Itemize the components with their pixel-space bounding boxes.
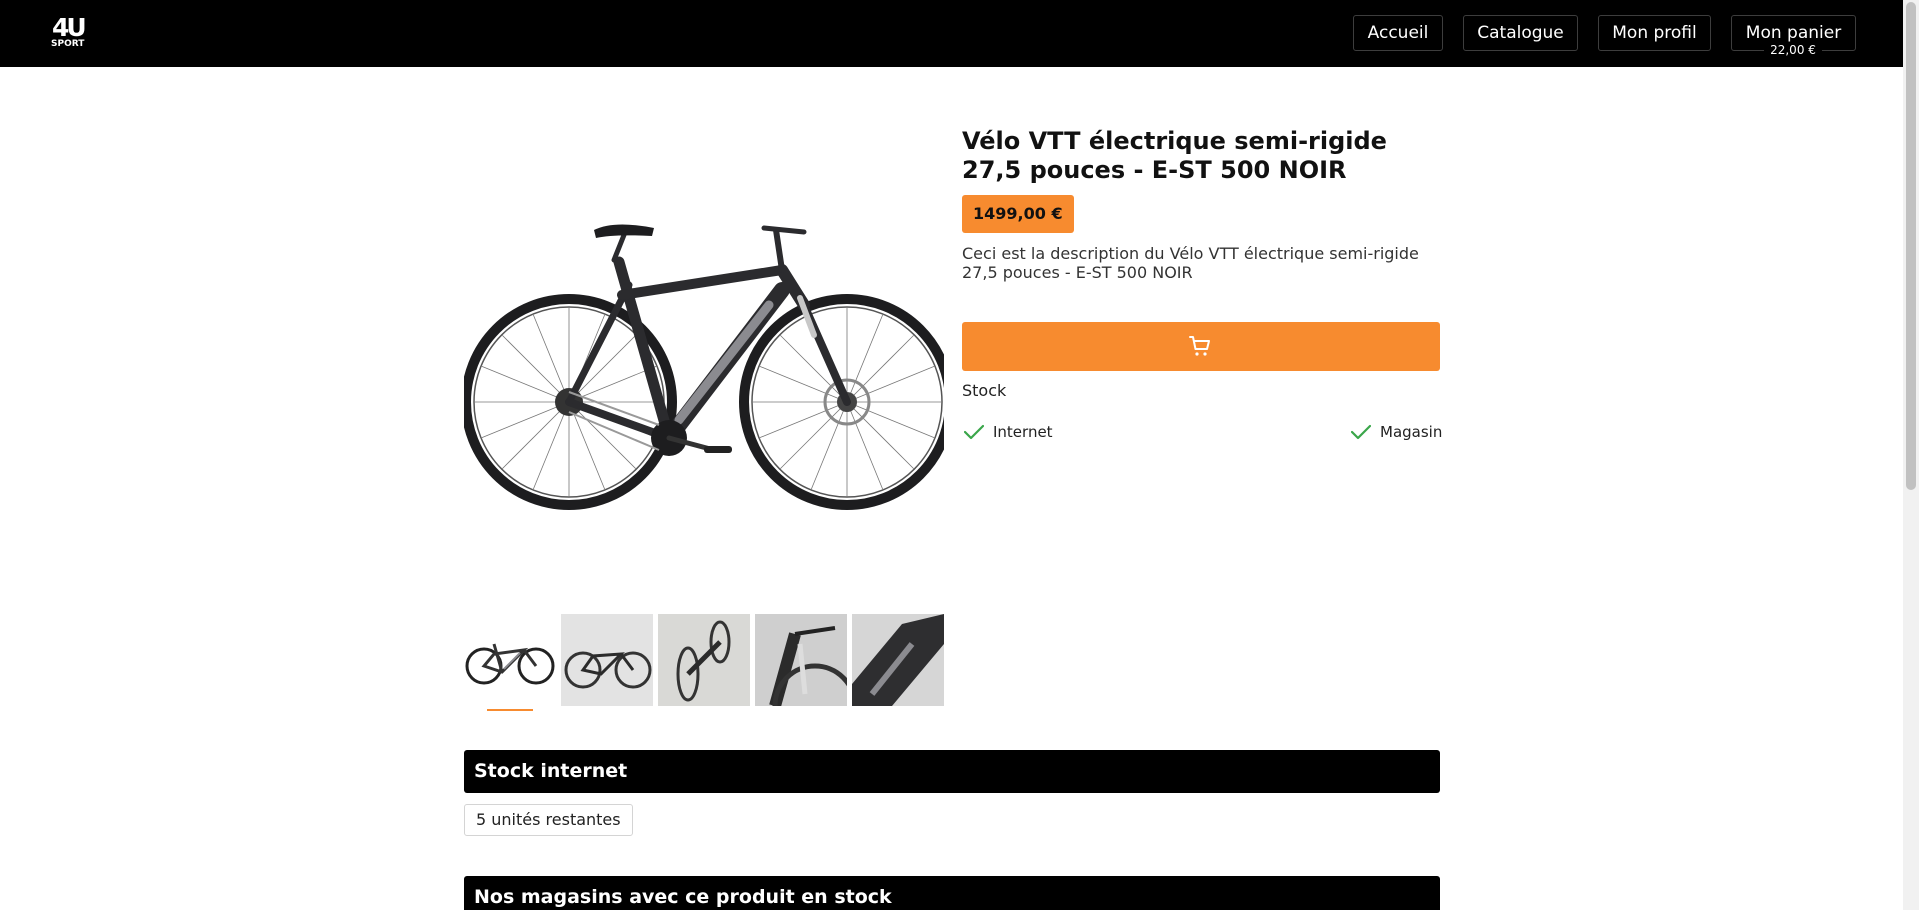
top-navigation-bar: 4U SPORT Accueil Catalogue Mon profil Mo…: [0, 0, 1903, 67]
product-title: Vélo VTT électrique semi-rigide 27,5 pou…: [962, 127, 1387, 184]
thumbnail-bike-image: [561, 614, 653, 706]
thumbnail-3[interactable]: [658, 614, 750, 706]
product-main-image[interactable]: [461, 120, 955, 590]
logo-wordmark: SPORT: [51, 39, 85, 49]
stores-in-stock-heading: Nos magasins avec ce produit en stock: [464, 876, 1440, 910]
product-description: Ceci est la description du Vélo VTT élec…: [962, 244, 1419, 282]
stock-internet-heading: Stock internet: [464, 750, 1440, 793]
stock-label: Stock: [962, 381, 1007, 400]
availability-internet: Internet: [964, 421, 1084, 443]
shopping-cart-icon: [1189, 336, 1210, 356]
thumbnail-4[interactable]: [755, 614, 847, 706]
thumbnail-5[interactable]: [852, 614, 944, 706]
cart-total-badge: 22,00 €: [1764, 42, 1822, 59]
nav-profile-button[interactable]: Mon profil: [1598, 15, 1711, 51]
check-icon: [1351, 424, 1371, 440]
thumbnail-bike-image: [465, 643, 555, 685]
nav-catalogue-button[interactable]: Catalogue: [1463, 15, 1578, 51]
bike-illustration: [461, 224, 955, 510]
thumbnail-bike-image: [755, 614, 847, 706]
logo-mark: 4U: [52, 13, 87, 42]
thumbnail-2[interactable]: [561, 614, 653, 706]
nav-accueil-button[interactable]: Accueil: [1353, 15, 1443, 51]
units-remaining-badge: 5 unités restantes: [464, 804, 633, 836]
availability-internet-label: Internet: [993, 423, 1053, 441]
check-icon: [964, 424, 984, 440]
add-to-cart-button[interactable]: [962, 322, 1440, 371]
product-price-badge: 1499,00 €: [962, 195, 1074, 233]
thumbnail-bike-image: [658, 614, 750, 706]
availability-magasin: Magasin: [1351, 421, 1461, 443]
availability-magasin-label: Magasin: [1380, 423, 1443, 441]
thumbnail-bike-image: [852, 614, 944, 706]
page-scrollbar-thumb[interactable]: [1906, 2, 1916, 490]
active-thumbnail-indicator: [487, 709, 533, 711]
brand-logo[interactable]: 4U SPORT: [50, 13, 87, 49]
thumbnail-1[interactable]: [464, 614, 556, 706]
